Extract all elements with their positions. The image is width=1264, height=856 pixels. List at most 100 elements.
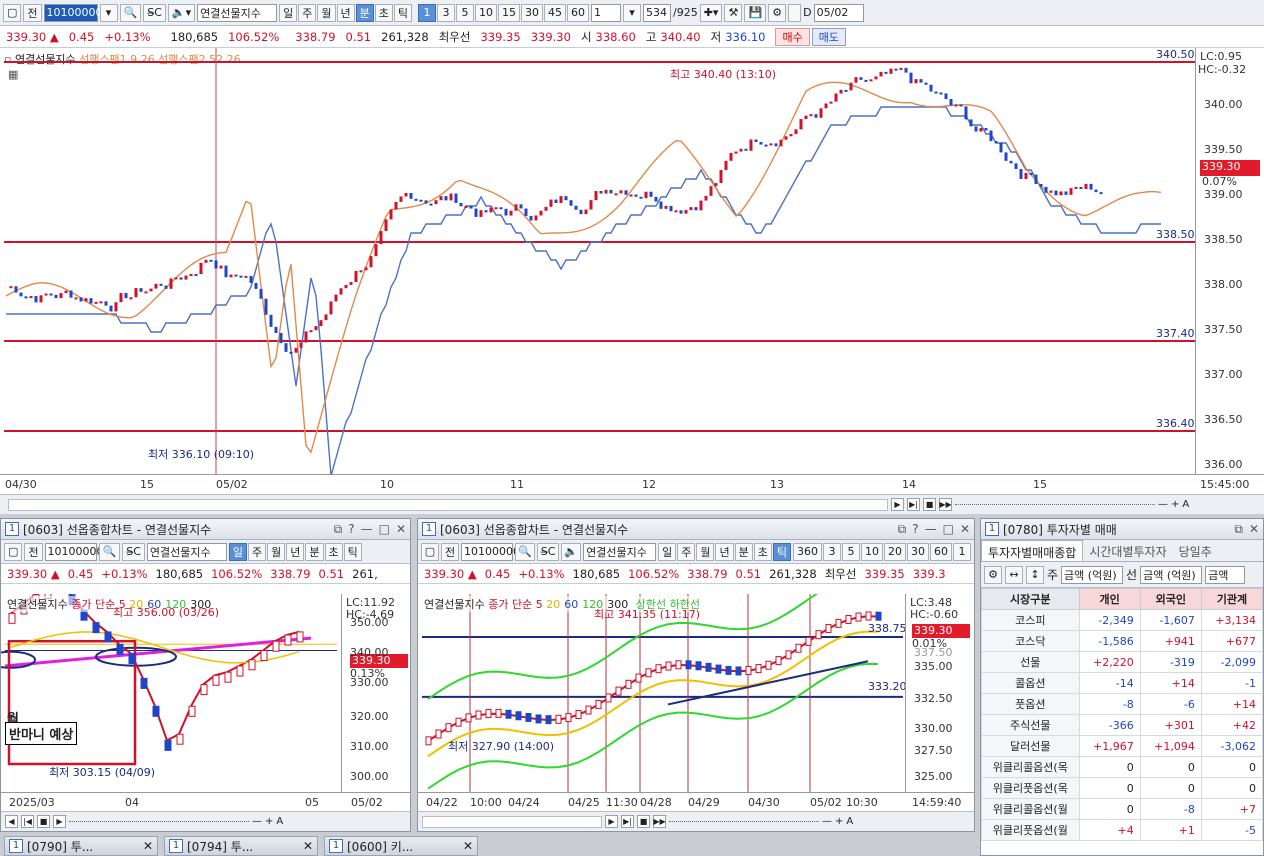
search-icon[interactable]: 🔍 (515, 542, 536, 561)
swap-icon[interactable]: ↔ (1005, 565, 1023, 584)
window-icon[interactable]: ▢ (3, 3, 22, 22)
zoom-out-icon[interactable]: — (252, 816, 262, 827)
save-icon[interactable]: 💾 (744, 3, 767, 22)
interval-tab-1[interactable]: 3 (822, 542, 841, 561)
close-icon[interactable]: ✕ (463, 839, 473, 853)
date-checkbox[interactable] (788, 3, 802, 22)
main-scrollbar[interactable]: ▶ ▶| ■ ▶▶ — + A (0, 494, 1264, 514)
investor-tab-1[interactable]: 시간대별투자자 (1083, 540, 1172, 561)
play-icon[interactable]: ▶▶ (939, 498, 952, 511)
interval-tab-4[interactable]: 15 (498, 3, 520, 22)
zoom-slider[interactable] (669, 821, 819, 822)
column-header[interactable]: 기관계 (1200, 588, 1263, 610)
font-icon[interactable]: A (1182, 499, 1189, 510)
chevron-down-icon[interactable]: ▾ (99, 3, 118, 22)
zoom-in-icon[interactable]: + (265, 816, 273, 827)
table-row[interactable]: 위클리풋옵션(월 +4 +1 -5 (981, 819, 1263, 841)
window-icon[interactable]: ▢ (4, 542, 23, 561)
zoom-out-icon[interactable]: — (822, 816, 832, 827)
compare-icon[interactable]: S̶C (143, 3, 166, 22)
date-input[interactable]: 05/02 (813, 3, 864, 22)
interval-input[interactable]: 1 (591, 3, 621, 22)
scroll-left-icon[interactable]: ◀ (5, 815, 18, 828)
minimize-icon[interactable]: — (925, 522, 937, 537)
link-icon[interactable]: ⧉ (334, 522, 343, 537)
interval-tab-3[interactable]: 10 (475, 3, 497, 22)
taskbar-item[interactable]: 1 [0794] 투... ✕ (164, 836, 318, 856)
instrument-name[interactable]: 연결선물지수 (583, 542, 657, 561)
period-tab-5[interactable]: 초 (753, 542, 772, 561)
sell-button[interactable]: 매도 (811, 27, 846, 46)
taskbar-item[interactable]: 1 [0600] 키... ✕ (324, 836, 478, 856)
investor-tab-2[interactable]: 당일추 (1173, 540, 1218, 561)
sub-left-plot[interactable] (1, 594, 341, 792)
instrument-name[interactable]: 연결선물지수 (197, 3, 278, 22)
speaker-icon[interactable]: 🔈▾ (167, 3, 196, 22)
gear-icon[interactable]: ⚙ (984, 565, 1002, 584)
code-input[interactable]: 10100000 (44, 542, 104, 561)
period-tab-0[interactable]: 일 (658, 542, 677, 561)
search-icon[interactable]: 🔍 (119, 3, 142, 22)
stop-icon[interactable]: ■ (923, 498, 936, 511)
interval-tab-6[interactable]: 45 (544, 3, 566, 22)
close-icon[interactable]: ✕ (396, 522, 406, 537)
table-row[interactable]: 콜옵션 -14 +14 -1 (981, 672, 1263, 694)
period-tab-1[interactable]: 주 (248, 542, 267, 561)
table-row[interactable]: 풋옵션 -8 -6 +14 (981, 693, 1263, 715)
interval-tab-0[interactable]: 1 (418, 3, 436, 22)
code-input[interactable]: 10100000 (461, 542, 520, 561)
link-icon[interactable]: ⧉ (1234, 522, 1243, 537)
period-tab-3[interactable]: 년 (286, 542, 305, 561)
period-tab-2[interactable]: 월 (267, 542, 286, 561)
interval-tab-1[interactable]: 3 (437, 3, 455, 22)
jump-end-icon[interactable]: ▶| (907, 498, 920, 511)
help-icon[interactable]: ? (348, 522, 354, 537)
table-row[interactable]: 위클리풋옵션(목 0 0 0 (981, 777, 1263, 799)
main-plot[interactable] (0, 48, 1195, 474)
table-row[interactable]: 선물 +2,220 -319 -2,099 (981, 651, 1263, 673)
table-row[interactable]: 위클리콜옵션(목 0 0 0 (981, 756, 1263, 778)
period-tab-6[interactable]: 틱 (343, 542, 362, 561)
interval-tab-7[interactable]: 60 (567, 3, 589, 22)
gear-icon[interactable]: ⚙ (768, 3, 787, 22)
link-icon[interactable]: ⧉ (898, 522, 907, 537)
period-tab-4[interactable]: 분 (355, 3, 374, 22)
unit-select-2[interactable]: 금액 (억원) (1140, 565, 1203, 584)
zoom-in-icon[interactable]: + (1171, 499, 1179, 510)
jump-end-icon[interactable]: ▶| (621, 815, 634, 828)
play-icon[interactable]: ▶▶ (653, 815, 666, 828)
unit-select-3[interactable]: 금액 (1205, 565, 1246, 584)
interval-tab-5[interactable]: 30 (521, 3, 543, 22)
scroll-track[interactable] (422, 815, 602, 828)
sub-left-chart[interactable]: 연결선물지수 종가 단순 5 20 60 120 300 최고 356.00 (03/… (1, 594, 410, 811)
font-icon[interactable]: A (276, 816, 283, 827)
compare-icon[interactable]: S̶C (122, 542, 145, 561)
scroll-right-icon[interactable]: ▶ (891, 498, 904, 511)
interval-tab-2[interactable]: 5 (456, 3, 474, 22)
main-chart[interactable]: ▫ 연결선물지수 선행스팬1 9.26 선행스팬2 52.26 ▦ LC:0.9… (0, 48, 1264, 494)
interval-tab-5[interactable]: 30 (906, 542, 929, 561)
table-row[interactable]: 코스피 -2,349 -1,607 +3,134 (981, 609, 1263, 631)
interval-tab-6[interactable]: 60 (929, 542, 952, 561)
table-row[interactable]: 주식선물 -366 +301 +42 (981, 714, 1263, 736)
period-tab-6[interactable]: 틱 (772, 542, 791, 561)
period-tab-3[interactable]: 년 (336, 3, 355, 22)
period-tab-2[interactable]: 월 (317, 3, 336, 22)
prev-button[interactable]: 전 (441, 542, 459, 561)
period-tab-1[interactable]: 주 (298, 3, 317, 22)
help-icon[interactable]: ? (912, 522, 918, 537)
period-tab-0[interactable]: 일 (279, 3, 298, 22)
sort-icon[interactable]: ↕ (1026, 565, 1044, 584)
sub-mid-scrollbar[interactable]: ▶ ▶| ■ ▶▶ — + A (418, 811, 974, 831)
count-input[interactable]: 534 (643, 3, 671, 22)
close-icon[interactable]: ✕ (303, 839, 313, 853)
compare-icon[interactable]: S̶C (537, 542, 559, 561)
column-header[interactable]: 개인 (1078, 588, 1141, 610)
buy-button[interactable]: 매수 (775, 27, 810, 46)
minimize-icon[interactable]: — (361, 522, 373, 537)
speaker-icon[interactable]: 🔈 (560, 542, 582, 561)
code-input[interactable]: 10100000 (43, 3, 103, 22)
crosshair-icon[interactable]: ✚▾ (699, 3, 723, 22)
table-row[interactable]: 위클리콜옵션(월 0 -8 +7 (981, 798, 1263, 820)
scroll-right-icon[interactable]: ▶ (605, 815, 618, 828)
